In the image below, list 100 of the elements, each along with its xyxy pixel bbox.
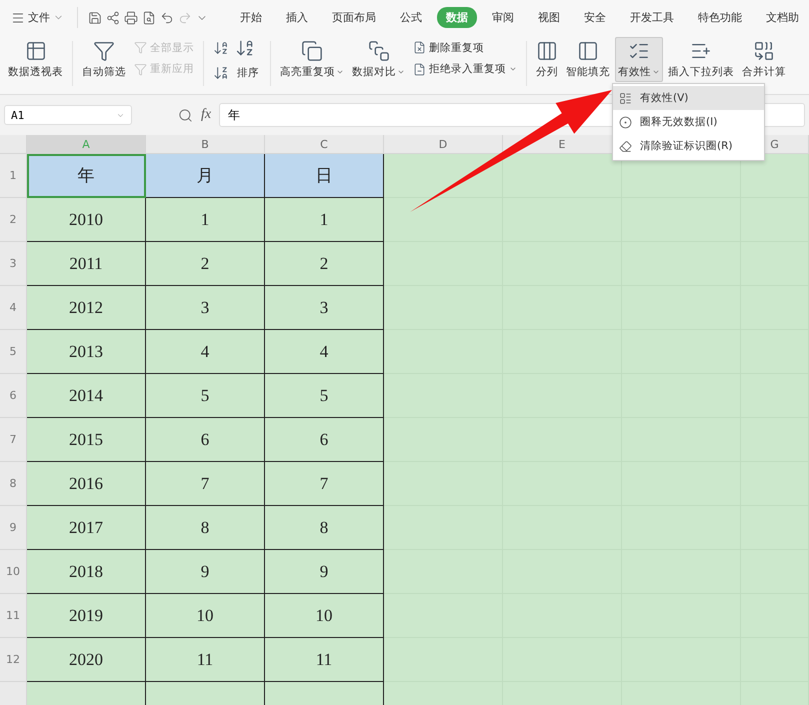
ribbon-tab[interactable]: 开始	[231, 7, 271, 28]
undo-icon	[160, 10, 174, 24]
row-header[interactable]: 2	[0, 198, 27, 242]
name-box[interactable]: A1	[4, 105, 132, 125]
table-cell[interactable]: 2	[146, 242, 265, 286]
table-cell[interactable]: 2013	[27, 330, 146, 374]
row-header[interactable]: 1	[0, 154, 27, 198]
table-cell[interactable]: 2012	[27, 286, 146, 330]
table-cell[interactable]: 8	[265, 506, 384, 550]
ribbon-tab[interactable]: 文档助	[757, 7, 808, 28]
sort-button[interactable]: 排序	[235, 64, 261, 81]
table-cell[interactable]: 2020	[27, 638, 146, 682]
ribbon-small-button[interactable]: 删除重复项	[411, 40, 519, 56]
ribbon-button[interactable]: 数据透视表	[5, 37, 66, 82]
ribbon-button[interactable]: 数据对比	[349, 37, 408, 82]
ribbon-button[interactable]: 插入下拉列表	[665, 37, 737, 82]
column-header[interactable]: B	[146, 135, 265, 154]
table-cell[interactable]: 5	[265, 374, 384, 418]
share-icon	[106, 10, 120, 24]
row-header[interactable]: 4	[0, 286, 27, 330]
table-icon	[24, 40, 46, 62]
table-cell[interactable]: 3	[146, 286, 265, 330]
funnel-icon	[134, 62, 147, 76]
menu-icon	[11, 10, 25, 24]
table-cell[interactable]: 10	[265, 594, 384, 638]
table-cell[interactable]: 11	[265, 638, 384, 682]
table-cell[interactable]: 8	[146, 506, 265, 550]
circle-icon	[619, 116, 632, 128]
save-icon	[88, 10, 102, 24]
zoom-icon	[178, 108, 193, 122]
table-cell[interactable]: 2014	[27, 374, 146, 418]
column-header[interactable]: C	[265, 135, 384, 154]
print-icon	[124, 10, 138, 24]
funnel-icon	[134, 41, 147, 54]
table-cell[interactable]: 10	[146, 594, 265, 638]
menu-item[interactable]: 有效性(V)	[613, 86, 764, 110]
ribbon-tab[interactable]: 安全	[575, 7, 615, 28]
merge-icon	[753, 40, 775, 62]
row-header[interactable]: 12	[0, 638, 27, 682]
column-header[interactable]: D	[384, 135, 503, 154]
ribbon-tab[interactable]: 审阅	[483, 7, 523, 28]
validation-icon	[619, 92, 632, 104]
fill-icon	[577, 40, 599, 62]
table-cell[interactable]: 5	[146, 374, 265, 418]
duplicate-remove-icon	[413, 41, 426, 54]
row-header[interactable]: 6	[0, 374, 27, 418]
ribbon-button[interactable]: 自动筛选	[79, 37, 129, 82]
row-header[interactable]: 10	[0, 550, 27, 594]
table-cell[interactable]: 7	[146, 462, 265, 506]
ribbon-button[interactable]: 合并计算	[739, 37, 789, 82]
table-cell[interactable]: 9	[146, 550, 265, 594]
table-cell[interactable]: 月	[146, 154, 265, 198]
row-header[interactable]: 8	[0, 462, 27, 506]
select-all-corner[interactable]	[0, 135, 27, 154]
ribbon-small-button[interactable]: 拒绝录入重复项	[411, 61, 519, 78]
ribbon-tab[interactable]: 公式	[391, 7, 431, 28]
table-cell[interactable]: 9	[265, 550, 384, 594]
table-cell[interactable]: 年	[27, 154, 146, 198]
row-header[interactable]: 7	[0, 418, 27, 462]
ribbon-button[interactable]: 有效性	[615, 37, 663, 82]
highlight-duplicates-icon	[301, 40, 323, 62]
ribbon-tab[interactable]: 开发工具	[621, 7, 683, 28]
eraser-icon	[619, 140, 632, 152]
table-cell[interactable]: 11	[146, 638, 265, 682]
table-cell[interactable]: 2015	[27, 418, 146, 462]
table-cell[interactable]: 4	[265, 330, 384, 374]
table-cell[interactable]: 2011	[27, 242, 146, 286]
table-cell[interactable]: 4	[146, 330, 265, 374]
table-cell[interactable]: 1	[265, 198, 384, 242]
row-header[interactable]: 3	[0, 242, 27, 286]
table-cell[interactable]: 7	[265, 462, 384, 506]
row-header[interactable]: 11	[0, 594, 27, 638]
table-cell[interactable]: 2010	[27, 198, 146, 242]
table-cell[interactable]: 1	[146, 198, 265, 242]
ribbon-button[interactable]: 高亮重复项	[277, 37, 347, 82]
funnel-icon	[93, 40, 115, 62]
table-cell[interactable]: 3	[265, 286, 384, 330]
table-cell[interactable]: 2018	[27, 550, 146, 594]
columns-icon	[536, 40, 558, 62]
table-cell[interactable]: 2017	[27, 506, 146, 550]
table-cell[interactable]: 日	[265, 154, 384, 198]
ribbon-button[interactable]: 分列	[533, 37, 561, 82]
table-cell[interactable]: 6	[146, 418, 265, 462]
ribbon-tab[interactable]: 插入	[277, 7, 317, 28]
row-header[interactable]: 9	[0, 506, 27, 550]
table-cell[interactable]: 2	[265, 242, 384, 286]
duplicate-block-icon	[413, 62, 426, 76]
ribbon-tab[interactable]: 视图	[529, 7, 569, 28]
table-cell[interactable]: 2019	[27, 594, 146, 638]
ribbon-tab[interactable]: 特色功能	[689, 7, 751, 28]
table-cell[interactable]: 6	[265, 418, 384, 462]
compare-icon	[368, 40, 390, 62]
sort-descending-icon	[213, 64, 229, 81]
row-header[interactable]: 5	[0, 330, 27, 374]
table-cell[interactable]: 2016	[27, 462, 146, 506]
file-menu[interactable]: 文件	[8, 8, 67, 27]
ribbon-button[interactable]: 智能填充	[563, 37, 613, 82]
ribbon-tab[interactable]: 页面布局	[323, 7, 385, 28]
print-preview-icon	[142, 10, 156, 24]
redo-icon	[178, 10, 192, 24]
